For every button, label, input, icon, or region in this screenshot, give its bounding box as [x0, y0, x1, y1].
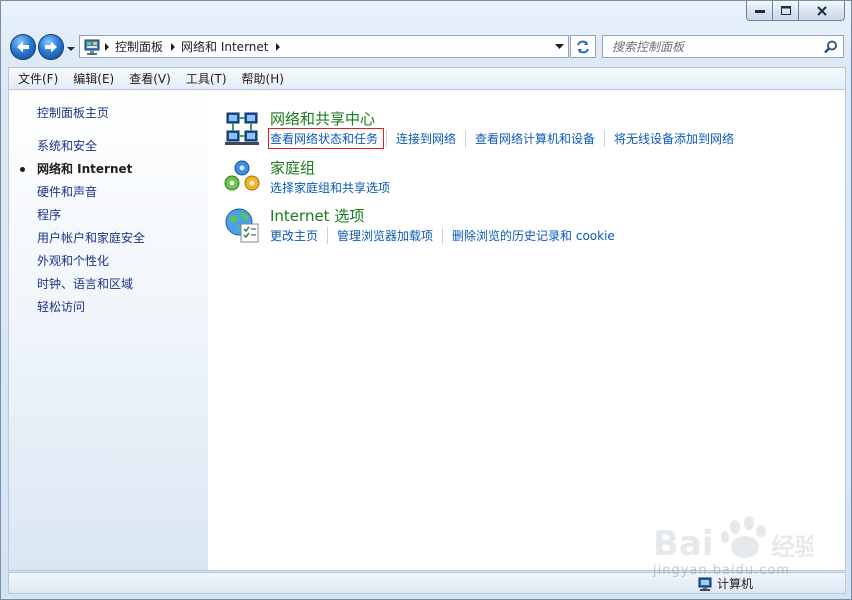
menu-tools[interactable]: 工具(T) — [177, 69, 233, 89]
svg-text:经验: 经验 — [771, 533, 813, 561]
content-area: 控制面板主页 系统和安全 网络和 Internet 硬件和声音 程序 用户帐户和… — [8, 89, 846, 571]
sidebar-item-user-accounts[interactable]: 用户帐户和家庭安全 — [37, 230, 145, 253]
homegroup-icon[interactable] — [224, 159, 260, 195]
search-box — [602, 35, 844, 58]
internet-options-icon[interactable] — [224, 207, 260, 243]
sidebar-item-programs[interactable]: 程序 — [37, 207, 145, 230]
maximize-button[interactable] — [773, 1, 799, 21]
chevron-right-icon — [105, 42, 109, 51]
sidebar-item-ease-of-access[interactable]: 轻松访问 — [37, 299, 145, 322]
breadcrumb-control-panel[interactable]: 控制面板 — [113, 36, 179, 57]
minimize-button[interactable] — [746, 1, 773, 21]
delete-browsing-history-link[interactable]: 删除浏览的历史记录和 cookie — [442, 227, 624, 244]
menu-edit[interactable]: 编辑(E) — [64, 69, 120, 89]
chevron-right-icon — [171, 42, 176, 51]
breadcrumb-label: 控制面板 — [115, 40, 164, 54]
category-title[interactable]: Internet 选项 — [270, 205, 364, 226]
sidebar-home-link[interactable]: 控制面板主页 — [37, 104, 109, 121]
menu-help[interactable]: 帮助(H) — [233, 69, 290, 89]
homegroup-sharing-options-link[interactable]: 选择家庭组和共享选项 — [270, 179, 399, 196]
forward-arrow-icon — [45, 41, 57, 53]
title-bar — [1, 1, 852, 27]
view-network-status-link[interactable]: 查看网络状态和任务 — [267, 128, 385, 149]
breadcrumb-network-internet[interactable]: 网络和 Internet — [179, 36, 284, 57]
forward-button[interactable] — [38, 34, 64, 60]
control-panel-window: 控制面板 网络和 Internet 搜索控制面板 文件(F) 编辑(E) 查看(… — [0, 0, 852, 600]
category-links: 选择家庭组和共享选项 — [270, 179, 399, 196]
category-links: 查看网络状态和任务 连接到网络 查看网络计算机和设备 将无线设备添加到网络 — [267, 128, 743, 149]
close-icon — [816, 5, 827, 16]
change-homepage-link[interactable]: 更改主页 — [270, 227, 327, 244]
network-sharing-center-icon[interactable] — [224, 110, 260, 146]
chevron-down-icon — [555, 43, 564, 49]
address-bar[interactable]: 控制面板 网络和 Internet — [79, 35, 569, 58]
manage-browser-addons-link[interactable]: 管理浏览器加载项 — [327, 227, 442, 244]
main-panel: 网络和共享中心 查看网络状态和任务 连接到网络 查看网络计算机和设备 将无线设备… — [208, 90, 845, 570]
category-title[interactable]: 网络和共享中心 — [270, 108, 375, 129]
sidebar-list: 系统和安全 网络和 Internet 硬件和声音 程序 用户帐户和家庭安全 外观… — [19, 138, 145, 322]
sidebar-item-appearance[interactable]: 外观和个性化 — [37, 253, 145, 276]
navigation-row: 控制面板 网络和 Internet — [1, 31, 852, 63]
sidebar-item-hardware-sound[interactable]: 硬件和声音 — [37, 184, 145, 207]
connect-to-network-link[interactable]: 连接到网络 — [386, 130, 465, 147]
menu-view[interactable]: 查看(V) — [120, 69, 177, 89]
sidebar-item-network-internet[interactable]: 网络和 Internet — [19, 161, 145, 184]
back-arrow-icon — [17, 41, 29, 53]
refresh-icon — [577, 40, 589, 53]
close-button[interactable] — [799, 1, 845, 21]
maximize-icon — [780, 6, 791, 15]
window-controls — [746, 1, 845, 21]
back-button[interactable] — [10, 34, 36, 60]
breadcrumb-label: 网络和 Internet — [181, 40, 269, 54]
address-history-dropdown[interactable] — [551, 36, 568, 57]
sidebar-item-system-security[interactable]: 系统和安全 — [37, 138, 145, 161]
view-network-computers-link[interactable]: 查看网络计算机和设备 — [465, 130, 604, 147]
control-panel-icon — [84, 39, 100, 55]
chevron-right-icon — [276, 42, 281, 51]
refresh-button[interactable] — [570, 35, 596, 58]
category-links: 更改主页 管理浏览器加载项 删除浏览的历史记录和 cookie — [270, 227, 624, 244]
sidebar: 控制面板主页 系统和安全 网络和 Internet 硬件和声音 程序 用户帐户和… — [9, 90, 208, 570]
menu-file[interactable]: 文件(F) — [9, 69, 64, 89]
watermark-subtext: jingyan.baidu.com — [653, 563, 790, 578]
recent-pages-dropdown[interactable] — [66, 43, 76, 53]
svg-text:Bai: Bai — [653, 524, 714, 564]
search-icon[interactable] — [824, 40, 838, 54]
category-title[interactable]: 家庭组 — [270, 157, 315, 178]
sidebar-item-clock-language-region[interactable]: 时钟、语言和区域 — [37, 276, 145, 299]
minimize-icon — [754, 9, 765, 13]
menu-bar: 文件(F) 编辑(E) 查看(V) 工具(T) 帮助(H) — [8, 67, 846, 89]
breadcrumb-root-separator[interactable] — [101, 36, 113, 57]
add-wireless-device-link[interactable]: 将无线设备添加到网络 — [604, 130, 743, 147]
search-input[interactable] — [603, 36, 813, 57]
chevron-down-icon — [67, 47, 75, 51]
